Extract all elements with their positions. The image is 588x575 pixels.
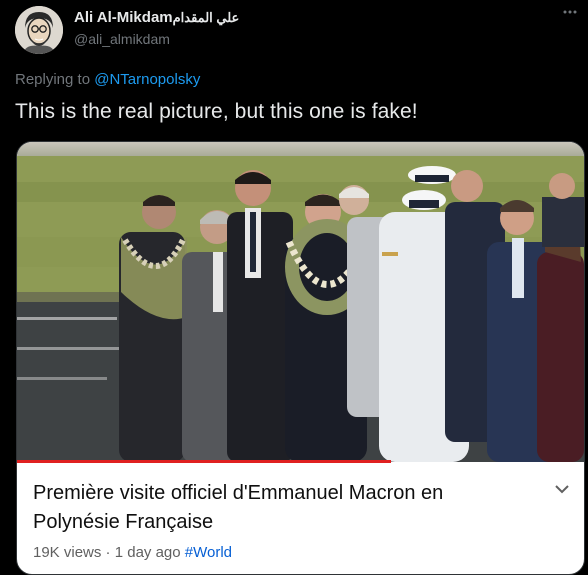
avatar[interactable] (15, 6, 63, 54)
video-thumbnail[interactable] (17, 142, 584, 462)
video-title[interactable]: Première visite officiel d'Emmanuel Macr… (33, 479, 533, 537)
avatar-face-illustration (15, 6, 63, 54)
meta-separator: · (105, 544, 111, 561)
video-progress-bar[interactable] (17, 460, 392, 463)
video-title-line-1: Première visite officiel d'Emmanuel Macr… (33, 482, 444, 504)
replying-to: Replying to @NTarnopolsky (15, 71, 200, 88)
replying-to-link[interactable]: @NTarnopolsky (94, 71, 200, 88)
video-meta: 19K views · 1 day ago #World (33, 544, 232, 561)
upload-age: 1 day ago (114, 544, 181, 561)
more-horizontal-icon[interactable] (562, 4, 578, 25)
author-name[interactable]: Ali Al-Mikdamعلي المقدام (74, 9, 239, 26)
replying-prefix: Replying to (15, 71, 91, 88)
ceremony-photo-illustration (17, 142, 584, 462)
author-handle[interactable]: @ali_almikdam (74, 31, 170, 47)
view-count: 19K views (33, 544, 102, 561)
chevron-down-icon[interactable] (554, 482, 570, 500)
video-title-line-2: Polynésie Française (33, 511, 214, 533)
tweet-text: This is the real picture, but this one i… (15, 100, 418, 123)
author-name-latin: Ali Al-Mikdam (74, 9, 173, 26)
author-name-arabic: علي المقدام (172, 10, 240, 25)
video-card[interactable]: Première visite officiel d'Emmanuel Macr… (16, 141, 585, 575)
hashtag-link[interactable]: #World (185, 544, 232, 561)
